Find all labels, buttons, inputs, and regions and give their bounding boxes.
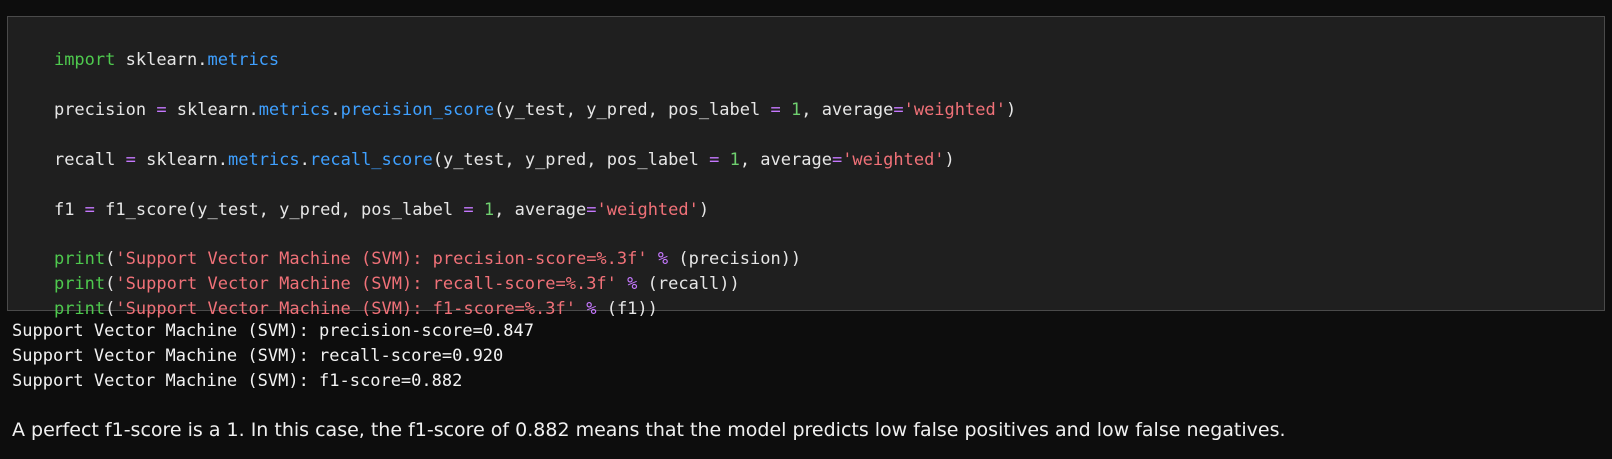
markdown-paragraph: A perfect f1-score is a 1. In this case,…	[12, 419, 1286, 441]
cell-output: Support Vector Machine (SVM): precision-…	[12, 319, 534, 394]
code-line-6: print('Support Vector Machine (SVM): rec…	[13, 247, 740, 294]
code-operator: =	[146, 100, 177, 120]
code-number: 1	[790, 100, 802, 120]
code-token: precision	[53, 100, 147, 120]
code-cell[interactable]: import sklearn.metrics precision = sklea…	[7, 16, 1605, 319]
code-token: (y_test, y_pred, pos_label	[432, 150, 710, 170]
keyword-import: import	[53, 50, 116, 70]
code-operator: =	[831, 150, 843, 170]
output-line-recall: Support Vector Machine (SVM): recall-sco…	[12, 346, 504, 366]
code-line-2: precision = sklearn.metrics.precision_sc…	[13, 73, 1016, 120]
code-token: sklearn.	[115, 50, 208, 70]
code-operator: =	[115, 150, 147, 170]
code-string: 'weighted'	[842, 150, 945, 170]
code-operator: %	[586, 299, 597, 319]
code-operator: =	[709, 150, 720, 170]
code-token: f1_score(y_test, y_pred, pos_label	[105, 200, 464, 220]
code-token: .	[299, 150, 310, 170]
code-operator: =	[74, 200, 106, 220]
code-token: )	[944, 150, 955, 170]
code-operator: =	[463, 200, 474, 220]
code-token: (y_test, y_pred, pos_label	[494, 100, 771, 120]
code-string: 'weighted'	[903, 100, 1006, 120]
code-line-1: import sklearn.metrics	[13, 23, 279, 70]
code-token: .	[330, 100, 341, 120]
code-string: 'weighted'	[596, 200, 699, 220]
code-attr: recall_score	[309, 150, 433, 170]
code-token: )	[698, 200, 710, 220]
code-attr: precision_score	[340, 100, 495, 120]
code-token: sklearn.	[176, 100, 259, 120]
output-line-f1: Support Vector Machine (SVM): f1-score=0…	[12, 371, 463, 391]
code-attr: metrics	[207, 50, 280, 70]
code-token: , average	[494, 200, 587, 220]
code-token: recall	[53, 150, 116, 170]
code-token: (	[105, 299, 116, 319]
code-number: 1	[483, 200, 495, 220]
code-line-7: print('Support Vector Machine (SVM): f1-…	[13, 272, 658, 319]
code-token: f1	[53, 200, 75, 220]
code-token: sklearn.	[146, 150, 228, 170]
code-line-4: f1 = f1_score(y_test, y_pred, pos_label …	[13, 173, 709, 220]
code-line-3: recall = sklearn.metrics.recall_score(y_…	[13, 123, 955, 170]
code-token: , average	[801, 100, 894, 120]
code-attr: metrics	[258, 100, 331, 120]
code-line-5: print('Support Vector Machine (SVM): pre…	[13, 222, 801, 269]
code-operator: =	[770, 100, 781, 120]
code-token: )	[1005, 100, 1017, 120]
builtin-print: print	[53, 299, 106, 319]
output-line-precision: Support Vector Machine (SVM): precision-…	[12, 321, 534, 341]
code-attr: metrics	[227, 150, 300, 170]
code-string: 'Support Vector Machine (SVM): f1-score=…	[115, 299, 576, 319]
code-token: , average	[739, 150, 832, 170]
code-token: (f1))	[596, 299, 658, 319]
code-operator: =	[893, 100, 904, 120]
code-number: 1	[729, 150, 740, 170]
code-operator: =	[586, 200, 597, 220]
